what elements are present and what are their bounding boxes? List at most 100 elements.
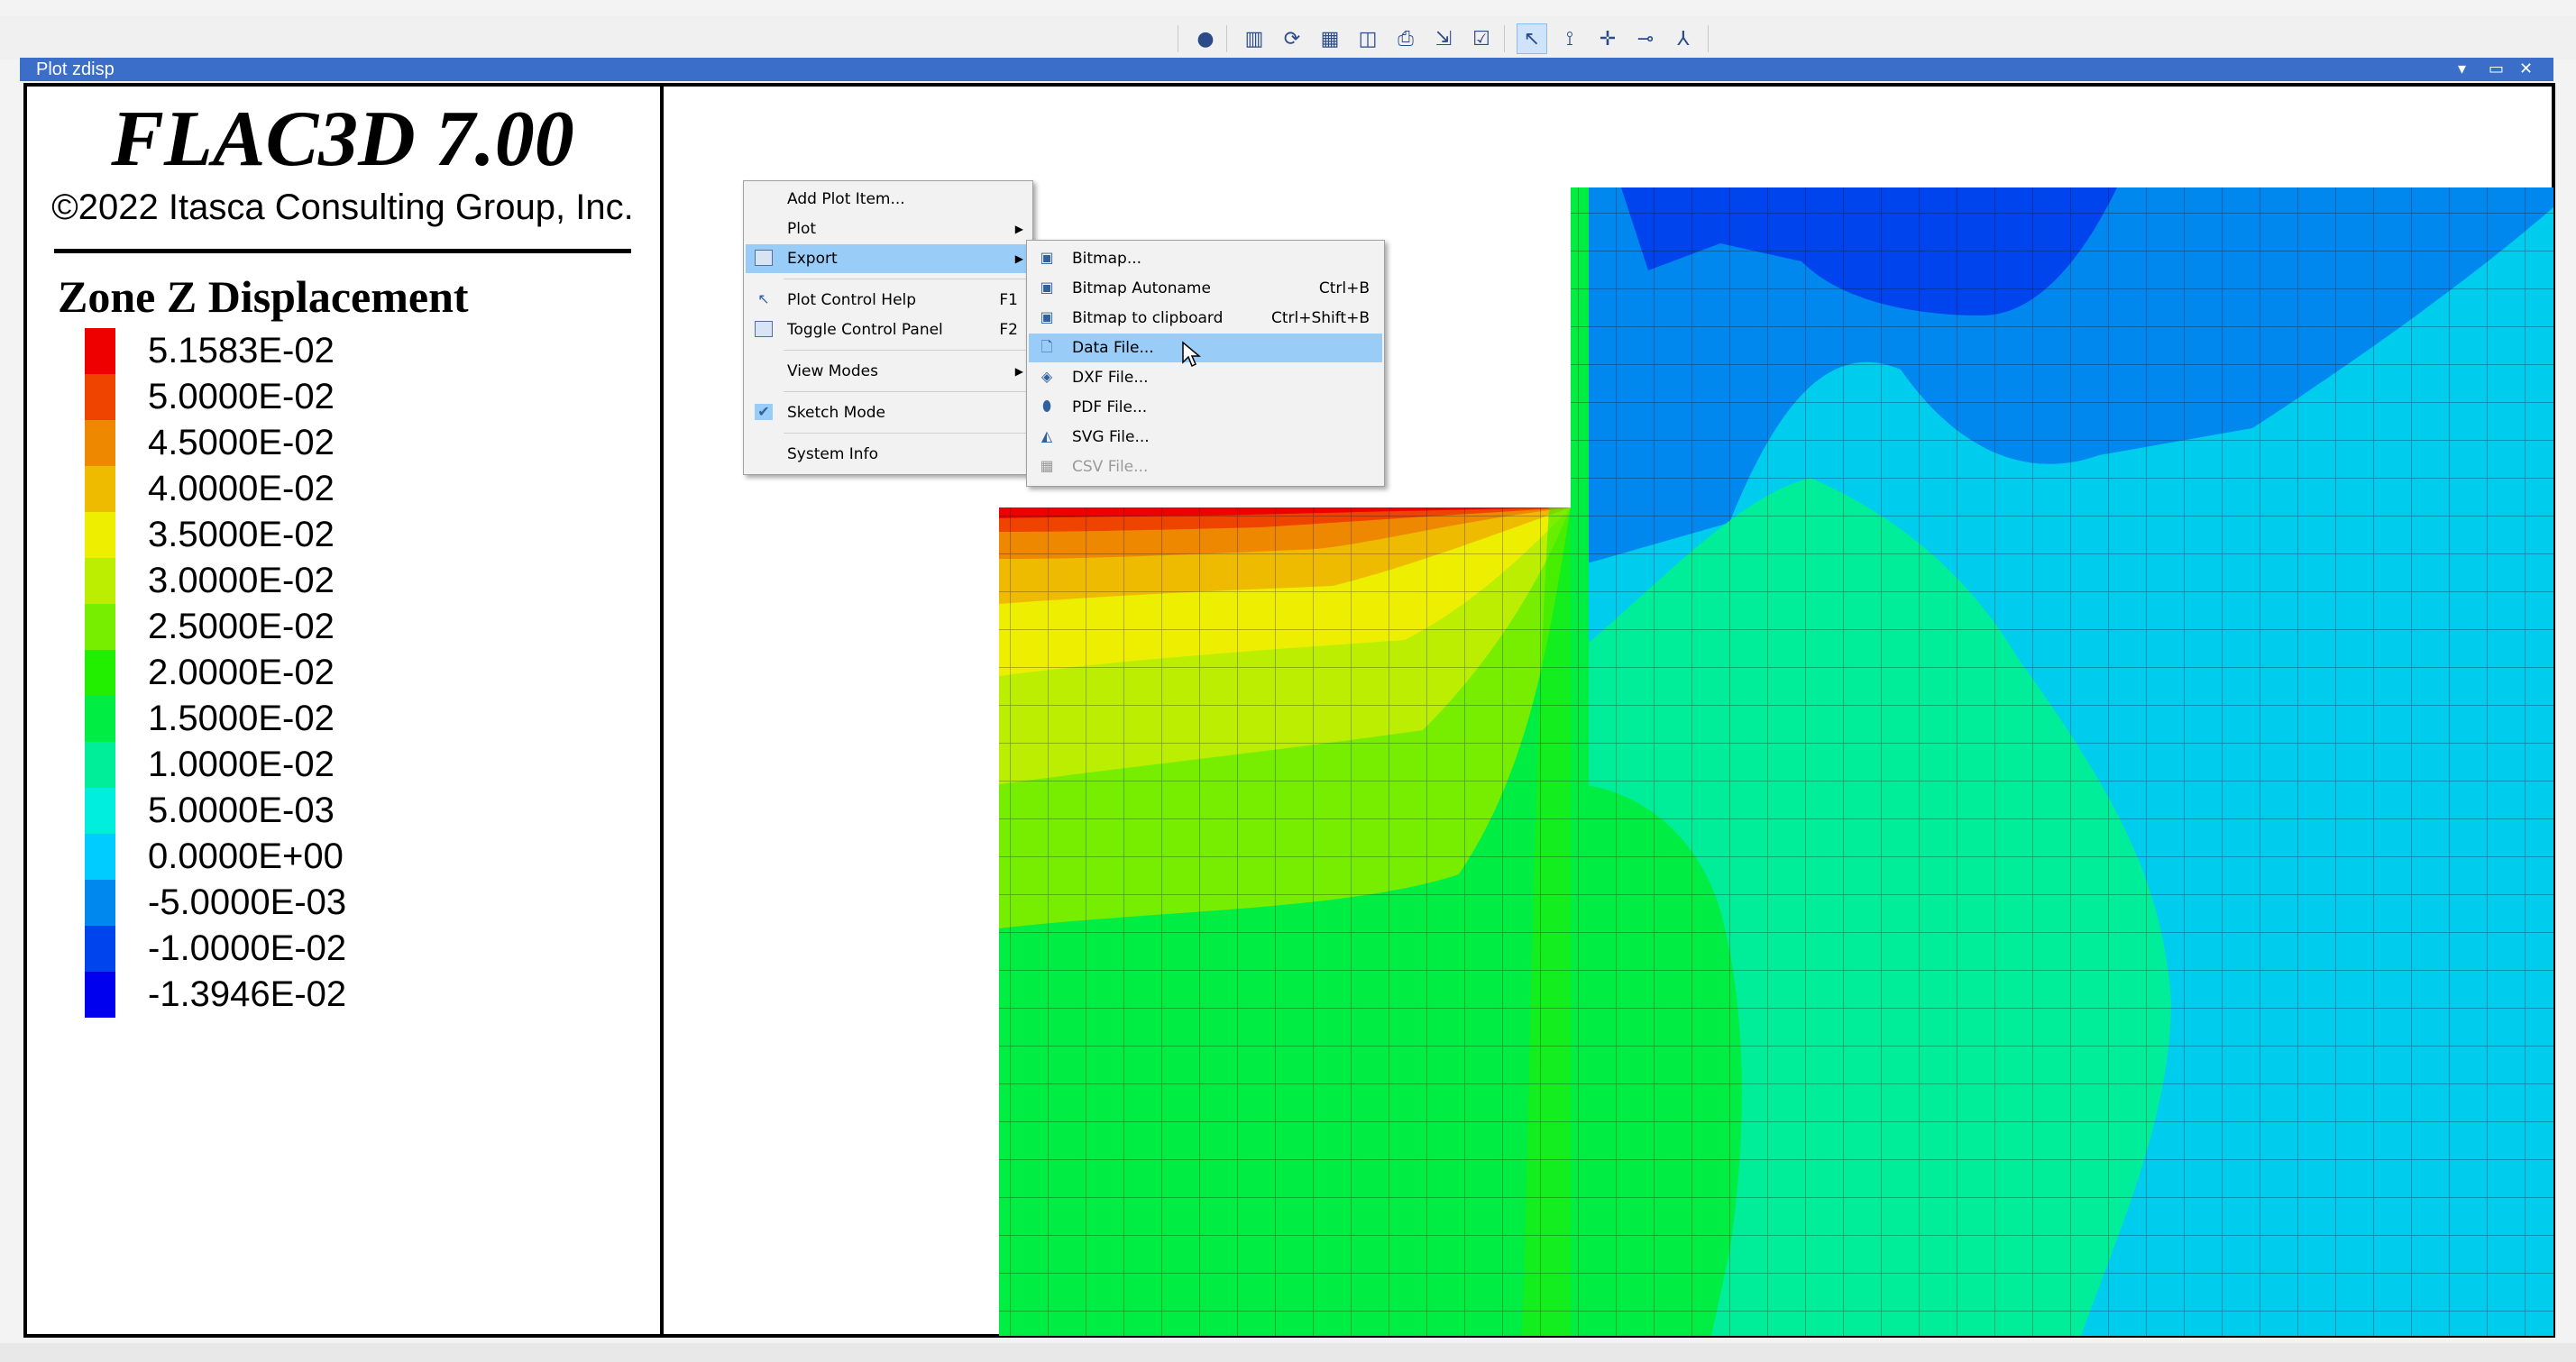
menu-item-label: PDF File... (1072, 398, 1148, 416)
menu-item-label: DXF File... (1072, 369, 1149, 387)
menu-item-shortcut: Ctrl+Shift+B (1270, 309, 1370, 327)
menu-item-label: Plot Control Help (787, 291, 917, 309)
plot-item-icon[interactable]: ▦ (1315, 23, 1345, 54)
chevron-down-icon[interactable]: ▾ (2458, 58, 2466, 81)
close-icon[interactable]: ✕ (2519, 58, 2533, 81)
legend-value: -5.0000E-03 (148, 882, 347, 922)
menu-item-sketch-mode[interactable]: Sketch Mode ✔ (746, 398, 1031, 427)
legend-swatch (85, 328, 115, 374)
menu-item-label: Toggle Control Panel (787, 321, 943, 339)
legend-swatch (85, 972, 115, 1018)
menu-item-export[interactable]: Export ▶ (746, 244, 1031, 273)
legend-swatch (85, 374, 115, 420)
export-item-bitmap[interactable]: ▣ Bitmap... (1029, 244, 1382, 273)
legend-value: 5.0000E-03 (148, 791, 335, 830)
svg-icon: ◭ (1040, 427, 1053, 444)
submenu-arrow-icon: ▶ (1014, 223, 1023, 235)
export-item-bitmap-autoname[interactable]: ▣ Bitmap Autoname Ctrl+B (1029, 274, 1382, 303)
select-cursor-icon[interactable]: ↖ (1517, 23, 1547, 54)
check-icon: ✔ (755, 404, 773, 420)
panel-icon[interactable]: ▥ (1239, 23, 1270, 54)
menu-item-label: Sketch Mode (787, 404, 885, 422)
legend-swatch (85, 512, 115, 558)
toolbar-separator (1226, 25, 1227, 52)
dxf-icon: ◈ (1040, 368, 1053, 385)
menu-item-label: Bitmap to clipboard (1072, 309, 1224, 327)
mouse-cursor-icon (1182, 341, 1201, 368)
legend-value: -1.0000E-02 (148, 928, 347, 968)
legend-value: 1.0000E-02 (148, 745, 335, 784)
legend-swatch (85, 650, 115, 696)
menu-item-plot-control-help[interactable]: Plot Control Help F1 ↖ (746, 286, 1031, 315)
window-title: Plot zdisp (36, 59, 115, 79)
export-item-dxf-file[interactable]: ◈ DXF File... (1029, 363, 1382, 392)
measure-icon[interactable]: ⊸ (1630, 23, 1661, 54)
legend-swatch (85, 834, 115, 880)
table-icon: ▦ (1040, 457, 1054, 474)
legend-swatch (85, 880, 115, 926)
pdf-icon: ⬮ (1041, 398, 1052, 415)
print-icon[interactable]: ⎙ (1390, 23, 1421, 54)
export-item-svg-file[interactable]: ◭ SVG File... (1029, 423, 1382, 452)
menu-item-label: Bitmap Autoname (1072, 279, 1211, 297)
export-item-data-file[interactable]: 🗋 Data File... (1029, 334, 1382, 362)
split-icon[interactable]: ◫ (1352, 23, 1383, 54)
menu-item-plot[interactable]: Plot ▶ (746, 215, 1031, 243)
menu-item-label: SVG File... (1072, 428, 1150, 446)
pick-icon[interactable]: ⟟ (1554, 23, 1585, 54)
menu-item-system-info[interactable]: System Info (746, 440, 1031, 469)
divider (54, 249, 631, 253)
submenu-arrow-icon: ▶ (1014, 252, 1023, 265)
top-toolbar: ● ▥ ⟳ ▦ ◫ ⎙ ⇲ ☑ ↖ ⟟ ✛ ⊸ ⅄ (0, 16, 2576, 59)
menu-item-label: Export (787, 250, 838, 268)
menu-separator (784, 350, 1029, 351)
bitmap-icon: ▣ (1040, 249, 1054, 266)
legend-swatch (85, 742, 115, 788)
export-icon (755, 250, 773, 266)
panel-icon (755, 321, 773, 337)
record-icon[interactable]: ● (1190, 23, 1221, 54)
refresh-icon[interactable]: ⟳ (1277, 23, 1307, 54)
toolbar-separator (1708, 25, 1709, 52)
legend-swatch (85, 466, 115, 512)
legend-swatch (85, 558, 115, 604)
check-icon[interactable]: ☑ (1466, 23, 1497, 54)
menu-separator (784, 391, 1029, 392)
bitmap-icon: ▣ (1040, 279, 1054, 296)
legend-panel: FLAC3D 7.00 ©2022 Itasca Consulting Grou… (27, 87, 664, 1334)
legend-swatch (85, 926, 115, 972)
left-block (999, 507, 1571, 1336)
legend-value: 1.5000E-02 (148, 699, 335, 738)
export-item-bitmap-to-clipboard[interactable]: ▣ Bitmap to clipboard Ctrl+Shift+B (1029, 304, 1382, 333)
menu-item-label: Bitmap... (1072, 250, 1142, 268)
context-menu: Add Plot Item... Plot ▶ Export ▶ Plot Control… (743, 180, 1033, 475)
legend-value: 3.0000E-02 (148, 561, 335, 600)
legend-value: 4.0000E-02 (148, 469, 335, 508)
crosshair-icon[interactable]: ✛ (1592, 23, 1623, 54)
legend-value: 5.1583E-02 (148, 331, 335, 370)
menu-item-label: CSV File... (1072, 458, 1149, 476)
menu-separator (784, 433, 1029, 434)
help-cursor-icon: ↖ (757, 290, 770, 307)
export-item-pdf-file[interactable]: ⬮ PDF File... (1029, 393, 1382, 422)
menu-item-add-plot-item[interactable]: Add Plot Item... (746, 185, 1031, 214)
legend-value: -1.3946E-02 (148, 974, 347, 1014)
menu-item-view-modes[interactable]: View Modes ▶ (746, 357, 1031, 386)
menu-item-label: System Info (787, 445, 878, 463)
toolbar-separator (1504, 25, 1505, 52)
menu-item-shortcut: Ctrl+B (1318, 279, 1370, 297)
legend-value: 5.0000E-02 (148, 377, 335, 416)
export-icon[interactable]: ⇲ (1428, 23, 1459, 54)
bitmap-icon: ▣ (1040, 308, 1054, 325)
window-titlebar: Plot zdisp ▾ ▭ ✕ (20, 58, 2553, 81)
color-bar (85, 328, 115, 1018)
menu-item-label: Plot (787, 220, 817, 238)
menu-item-label: Data File... (1072, 339, 1154, 357)
legend-value: 2.0000E-02 (148, 653, 335, 692)
menu-item-toggle-control-panel[interactable]: Toggle Control Panel F2 (746, 315, 1031, 344)
restore-icon[interactable]: ▭ (2489, 58, 2504, 81)
plot-title: Zone Z Displacement (58, 271, 469, 322)
legend-swatch (85, 788, 115, 834)
legend-swatch (85, 604, 115, 650)
axes-icon[interactable]: ⅄ (1668, 23, 1699, 54)
